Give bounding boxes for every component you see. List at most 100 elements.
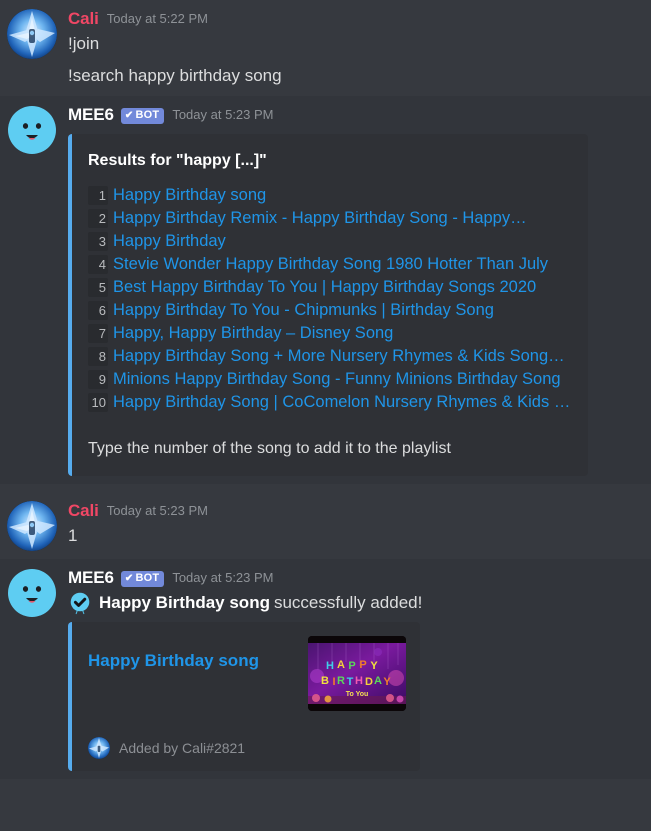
avatar-cali[interactable]: [7, 501, 57, 551]
message-body: MEE6 ✔ BOT Today at 5:23 PM Happy Birthda…: [68, 568, 641, 771]
svg-text:P: P: [348, 660, 355, 672]
result-link[interactable]: Happy Birthday Remix - Happy Birthday So…: [113, 207, 527, 230]
message-header: Cali Today at 5:23 PM: [68, 501, 641, 522]
verified-check-icon: ✔: [124, 573, 134, 584]
message-group-mee6-added[interactable]: MEE6 ✔ BOT Today at 5:23 PM Happy Birthda…: [0, 559, 651, 779]
result-link[interactable]: Happy Birthday song: [113, 184, 266, 207]
message-group-cali-commands[interactable]: Cali Today at 5:22 PM !join !search happ…: [0, 0, 651, 96]
result-number: 2: [88, 209, 108, 228]
embed-footer-text: Added by Cali#2821: [119, 740, 246, 756]
message-spacer: [0, 484, 651, 492]
avatar-cali-image: [7, 501, 57, 551]
embed-song-title[interactable]: Happy Birthday song: [88, 636, 259, 672]
result-link[interactable]: Stevie Wonder Happy Birthday Song 1980 H…: [113, 253, 548, 276]
embed-content: Results for "happy [...]" 1 Happy Birthd…: [72, 134, 588, 476]
avatar-cali[interactable]: [7, 9, 57, 59]
message-header: MEE6 ✔ BOT Today at 5:23 PM: [68, 105, 641, 126]
footer-avatar-image: [88, 737, 110, 759]
svg-text:H: H: [326, 660, 334, 672]
avatar-slot: [7, 501, 57, 551]
svg-text:A: A: [374, 675, 382, 687]
svg-text:D: D: [365, 676, 373, 688]
embed-content: Happy Birthday song H A P P Y B I R T H …: [72, 622, 420, 771]
avatar-mee6-image: [7, 105, 57, 155]
embed-thumbnail[interactable]: H A P P Y B I R T H D A Y To You: [308, 636, 406, 711]
result-number: 7: [88, 324, 108, 343]
message-text-search: !search happy birthday song: [68, 66, 282, 85]
message-timestamp: Today at 5:23 PM: [172, 107, 274, 122]
message-body: Cali Today at 5:23 PM 1: [68, 501, 641, 551]
check-balloon-emoji: [70, 592, 90, 615]
result-number: 3: [88, 232, 108, 251]
avatar-slot: [7, 568, 57, 771]
svg-text:Y: Y: [370, 660, 378, 672]
message-group-cali-selection[interactable]: Cali Today at 5:23 PM 1: [0, 492, 651, 559]
result-number: 8: [88, 347, 108, 366]
svg-text:Y: Y: [383, 676, 391, 688]
svg-text:A: A: [337, 659, 345, 671]
embed-footer: Added by Cali#2821: [88, 737, 406, 759]
embed-search-results: Results for "happy [...]" 1 Happy Birthd…: [68, 134, 588, 476]
success-message-line: Happy Birthday song successfully added!: [68, 591, 641, 615]
result-number: 6: [88, 301, 108, 320]
username-cali[interactable]: Cali: [68, 9, 99, 29]
message-header: Cali Today at 5:22 PM: [68, 9, 641, 30]
message-body: Cali Today at 5:22 PM !join !search happ…: [68, 9, 641, 88]
result-number: 9: [88, 370, 108, 389]
search-results-list: 1 Happy Birthday song 2 Happy Birthday R…: [88, 184, 572, 414]
message-header: MEE6 ✔ BOT Today at 5:23 PM: [68, 568, 641, 589]
message-group-mee6-results[interactable]: MEE6 ✔ BOT Today at 5:23 PM Results for "…: [0, 96, 651, 484]
avatar-slot: [7, 105, 57, 476]
search-result-row[interactable]: 4 Stevie Wonder Happy Birthday Song 1980…: [88, 253, 572, 276]
svg-text:R: R: [337, 675, 345, 687]
bot-badge-label: BOT: [135, 572, 160, 584]
bot-badge: ✔ BOT: [120, 108, 165, 124]
svg-text:P: P: [359, 659, 366, 671]
svg-text:I: I: [332, 676, 335, 688]
avatar-slot: [7, 9, 57, 88]
result-link[interactable]: Happy Birthday Song | CoComelon Nursery …: [113, 391, 572, 414]
bot-badge-label: BOT: [135, 109, 160, 121]
added-suffix-text: successfully added!: [273, 593, 423, 612]
result-number: 1: [88, 186, 108, 205]
result-number: 4: [88, 255, 108, 274]
message-timestamp: Today at 5:23 PM: [172, 570, 274, 585]
birthday-thumbnail-image: H A P P Y B I R T H D A Y To You: [308, 636, 406, 711]
footer-avatar-cali: [88, 737, 110, 759]
result-link[interactable]: Happy Birthday To You - Chipmunks | Birt…: [113, 299, 494, 322]
message-body: MEE6 ✔ BOT Today at 5:23 PM Results for "…: [68, 105, 641, 476]
avatar-cali-image: [7, 9, 57, 59]
search-result-row[interactable]: 3 Happy Birthday: [88, 230, 572, 253]
username-mee6[interactable]: MEE6: [68, 568, 114, 588]
username-mee6[interactable]: MEE6: [68, 105, 114, 125]
message-timestamp: Today at 5:22 PM: [106, 11, 208, 26]
search-result-row[interactable]: 9 Minions Happy Birthday Song - Funny Mi…: [88, 368, 572, 391]
result-link[interactable]: Happy Birthday: [113, 230, 226, 253]
result-link[interactable]: Best Happy Birthday To You | Happy Birth…: [113, 276, 536, 299]
svg-text:H: H: [355, 675, 363, 687]
search-result-row[interactable]: 6 Happy Birthday To You - Chipmunks | Bi…: [88, 299, 572, 322]
avatar-mee6[interactable]: [7, 568, 57, 618]
result-number: 5: [88, 278, 108, 297]
svg-text:B: B: [321, 675, 329, 687]
result-number: 10: [88, 393, 108, 412]
username-cali[interactable]: Cali: [68, 501, 99, 521]
avatar-mee6-image: [7, 568, 57, 618]
avatar-mee6[interactable]: [7, 105, 57, 155]
embed-title: Results for "happy [...]": [88, 152, 267, 169]
embed-instruction-text: Type the number of the song to add it to…: [88, 440, 451, 457]
result-link[interactable]: Happy, Happy Birthday – Disney Song: [113, 322, 393, 345]
message-text-join: !join: [68, 34, 100, 53]
search-result-row[interactable]: 2 Happy Birthday Remix - Happy Birthday …: [88, 207, 572, 230]
message-text-selection: 1: [68, 526, 78, 545]
search-result-row[interactable]: 10 Happy Birthday Song | CoComelon Nurse…: [88, 391, 572, 414]
svg-text:T: T: [347, 676, 354, 688]
embed-top-row: Happy Birthday song H A P P Y B I R T H …: [88, 636, 406, 711]
result-link[interactable]: Minions Happy Birthday Song - Funny Mini…: [113, 368, 561, 391]
result-link[interactable]: Happy Birthday Song + More Nursery Rhyme…: [113, 345, 572, 368]
bot-badge: ✔ BOT: [120, 571, 165, 587]
search-result-row[interactable]: 1 Happy Birthday song: [88, 184, 572, 207]
search-result-row[interactable]: 8 Happy Birthday Song + More Nursery Rhy…: [88, 345, 572, 368]
search-result-row[interactable]: 7 Happy, Happy Birthday – Disney Song: [88, 322, 572, 345]
search-result-row[interactable]: 5 Best Happy Birthday To You | Happy Bir…: [88, 276, 572, 299]
